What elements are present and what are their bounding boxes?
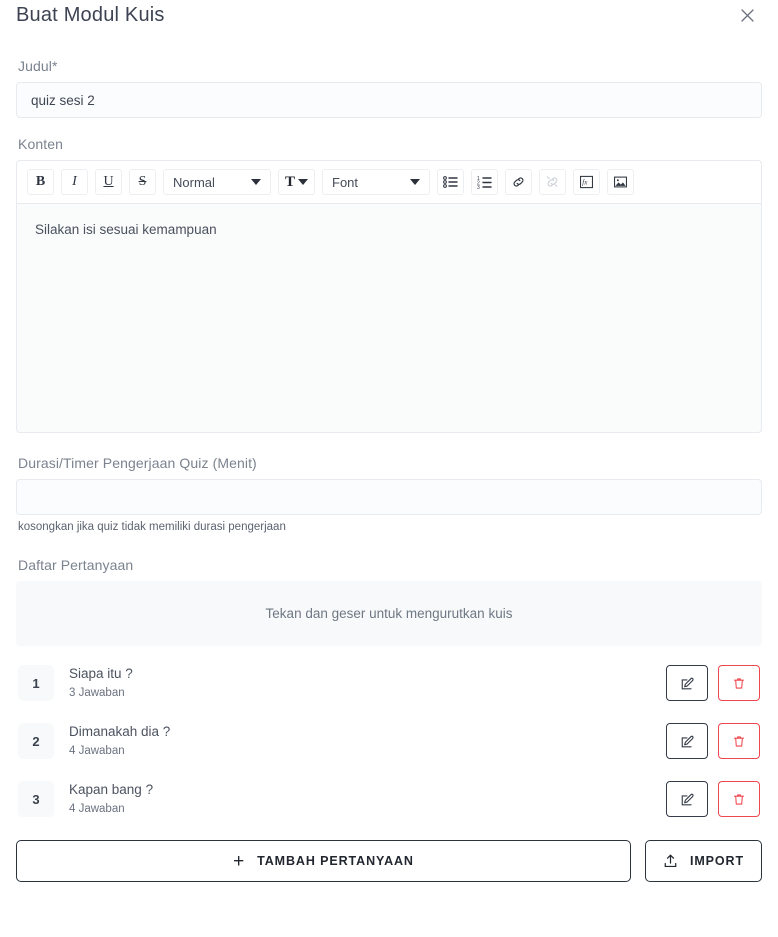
import-button[interactable]: IMPORT [645,840,762,882]
delete-question-button[interactable] [718,665,760,701]
heading-select[interactable]: Normal [163,169,271,195]
page-title: Buat Modul Kuis [16,4,165,26]
chevron-down-icon [410,179,421,185]
content-editor[interactable]: Silakan isi sesuai kemampuan [16,203,762,433]
upload-icon [664,854,677,868]
chevron-down-icon [298,179,309,185]
strikethrough-glyph: S [138,174,147,189]
unlink-svg [546,176,558,187]
duration-input[interactable] [16,479,762,515]
question-number: 1 [18,665,54,701]
drag-hint-text: Tekan dan geser untuk mengurutkan kuis [265,606,513,621]
duration-field-label: Durasi/Timer Pengerjaan Quiz (Menit) [18,455,257,471]
underline-glyph: U [103,174,114,189]
chevron-down-icon [251,179,261,185]
svg-text:3: 3 [477,185,480,189]
bold-icon[interactable]: B [27,169,54,195]
link-icon[interactable] [505,169,533,195]
modal-footer: + TAMBAH PERTANYAAN IMPORT [16,840,762,882]
question-answer-count: 3 Jawaban [69,687,125,699]
image-svg [614,176,627,188]
text-color-icon[interactable]: T [278,169,316,195]
create-quiz-modal: Buat Modul Kuis Judul* Konten B I U S No… [0,0,778,937]
question-info: Siapa itu ? 3 Jawaban [54,665,666,701]
title-field-label: Judul* [18,58,58,74]
bullet-list-svg [443,176,458,188]
questions-section: Daftar Pertanyaan Tekan dan geser untuk … [16,557,762,828]
question-title: Dimanakah dia ? [69,724,171,739]
bold-glyph: B [35,174,46,189]
image-icon[interactable] [607,169,635,195]
content-field-group: Konten B I U S Normal T Font 1 2 3 fx Si… [16,136,762,433]
question-number: 2 [18,723,54,759]
question-answer-count: 4 Jawaban [69,745,125,757]
questions-section-label: Daftar Pertanyaan [18,557,134,573]
question-title: Kapan bang ? [69,782,154,797]
unlink-icon[interactable] [539,169,567,195]
font-select-value: Font [332,174,359,190]
ordered-list-icon[interactable]: 1 2 3 [471,169,499,195]
question-answer-count: 4 Jawaban [69,803,125,815]
link-svg [513,177,524,187]
edit-question-button[interactable] [666,781,708,817]
formula-svg: fx [580,175,593,189]
edit-question-button[interactable] [666,723,708,759]
title-field-group: Judul* [16,58,762,118]
question-number: 3 [18,781,54,817]
edit-icon [681,793,694,805]
duration-field-group: Durasi/Timer Pengerjaan Quiz (Menit) kos… [16,455,762,533]
import-label: IMPORT [689,854,744,868]
duration-helper-text: kosongkan jika quiz tidak memiliki duras… [18,521,286,533]
add-question-button[interactable]: + TAMBAH PERTANYAAN [16,840,631,882]
plus-icon: + [233,850,246,872]
delete-question-button[interactable] [718,723,760,759]
table-row[interactable]: 1 Siapa itu ? 3 Jawaban [16,654,762,712]
formula-icon[interactable]: fx [573,169,601,195]
question-info: Kapan bang ? 4 Jawaban [54,781,666,817]
question-actions [666,781,760,817]
strikethrough-icon[interactable]: S [129,169,156,195]
add-question-label: TAMBAH PERTANYAAN [257,854,414,868]
question-title: Siapa itu ? [69,666,133,681]
drag-hint: Tekan dan geser untuk mengurutkan kuis [16,581,762,646]
question-info: Dimanakah dia ? 4 Jawaban [54,723,666,759]
trash-icon [733,735,745,747]
question-actions [666,665,760,701]
italic-icon[interactable]: I [61,169,88,195]
editor-toolbar: B I U S Normal T Font 1 2 3 fx [16,160,762,203]
trash-icon [733,793,745,805]
svg-text:fx: fx [582,179,588,187]
table-row[interactable]: 2 Dimanakah dia ? 4 Jawaban [16,712,762,770]
table-row[interactable]: 3 Kapan bang ? 4 Jawaban [16,770,762,828]
title-input[interactable] [16,82,762,118]
content-field-label: Konten [18,136,63,152]
italic-glyph: I [72,174,77,189]
ordered-list-svg: 1 2 3 [477,176,492,189]
font-select[interactable]: Font [322,169,431,195]
heading-select-value: Normal [173,174,215,190]
text-color-glyph: T [285,173,296,190]
modal-header: Buat Modul Kuis [16,0,762,40]
close-icon[interactable] [736,4,758,26]
question-actions [666,723,760,759]
edit-icon [681,677,694,689]
edit-question-button[interactable] [666,665,708,701]
underline-icon[interactable]: U [95,169,122,195]
bullet-list-icon[interactable] [437,169,465,195]
delete-question-button[interactable] [718,781,760,817]
edit-icon [681,735,694,747]
content-editor-text: Silakan isi sesuai kemampuan [35,222,217,237]
trash-icon [733,677,745,689]
close-icon-svg [740,8,754,22]
